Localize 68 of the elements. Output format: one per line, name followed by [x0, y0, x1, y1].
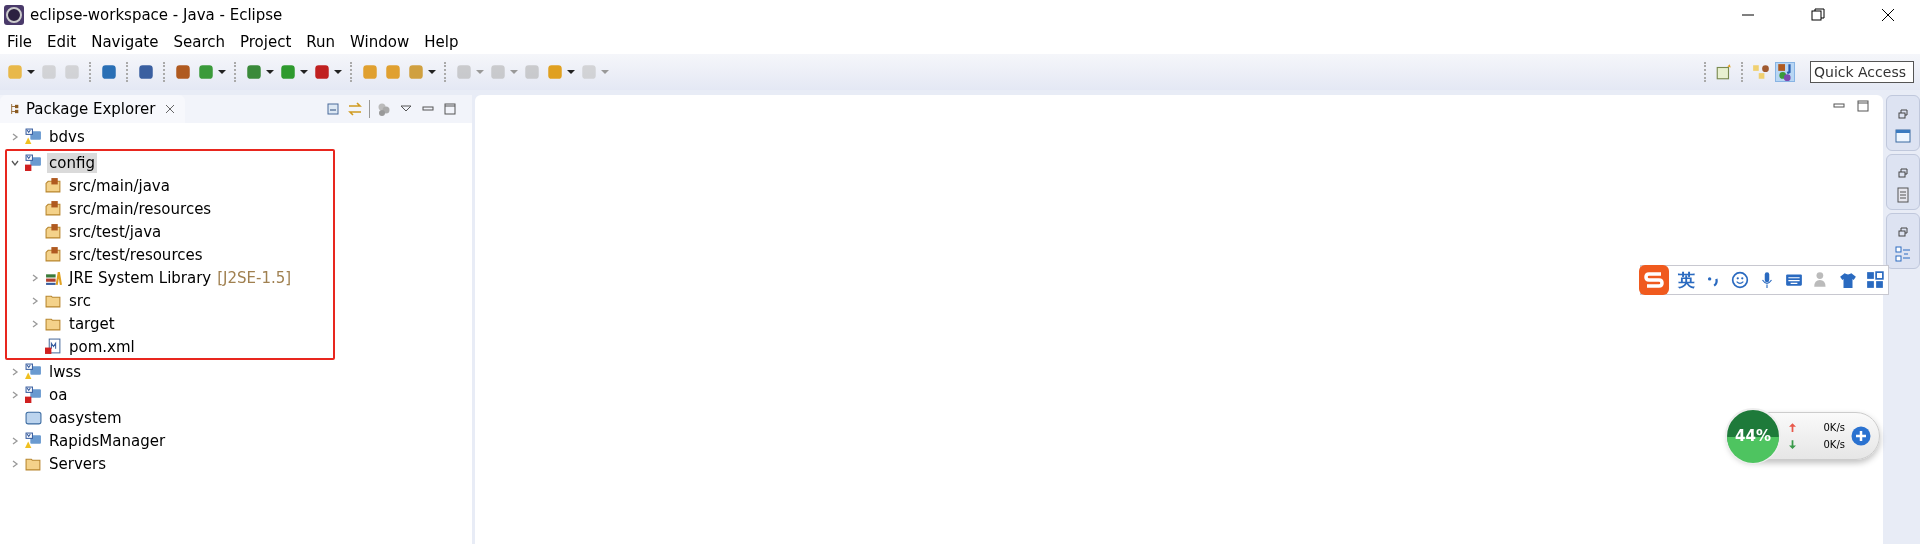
- source-folder-icon: [45, 223, 62, 240]
- window-title: eclipse-workspace - Java - Eclipse: [30, 6, 283, 24]
- source-folder-icon: [45, 177, 62, 194]
- menu-item[interactable]: Project: [240, 33, 292, 51]
- dropdown-arrow-icon[interactable]: [266, 68, 274, 76]
- dropdown-arrow-icon[interactable]: [300, 68, 308, 76]
- library-icon: [45, 269, 62, 286]
- tree-item[interactable]: JRE System Library: [67, 267, 214, 288]
- tree-item[interactable]: config: [47, 152, 97, 173]
- java-perspective-icon[interactable]: [1775, 62, 1795, 82]
- dropdown-arrow-icon[interactable]: [218, 68, 226, 76]
- outline-icon[interactable]: [1895, 246, 1911, 262]
- document-icon[interactable]: [1895, 187, 1911, 203]
- tree-item[interactable]: oasystem: [47, 407, 124, 428]
- quick-access-field[interactable]: Quick Access: [1810, 61, 1914, 83]
- closed-project-icon: [25, 409, 42, 426]
- collapse-all-icon[interactable]: [325, 101, 341, 117]
- download-speed: 0K/s: [1823, 439, 1845, 450]
- panel-title: Package Explorer: [26, 100, 156, 118]
- usage-percent: 44%: [1735, 427, 1771, 445]
- dropdown-arrow-icon[interactable]: [334, 68, 342, 76]
- tree-item[interactable]: oa: [47, 384, 70, 405]
- window-icon[interactable]: [1895, 128, 1911, 144]
- dropdown-arrow-icon[interactable]: [27, 68, 35, 76]
- download-arrow-icon: [1789, 440, 1796, 449]
- tree-item[interactable]: src/main/resources: [67, 198, 214, 219]
- link-editor-icon[interactable]: [347, 101, 363, 117]
- menu-item[interactable]: File: [7, 33, 33, 51]
- eclipse-logo-icon: [4, 5, 24, 25]
- upload-arrow-icon: [1789, 423, 1796, 432]
- package-explorer-icon: [10, 102, 20, 116]
- shirt-icon[interactable]: [1839, 271, 1857, 289]
- menu-item[interactable]: Run: [306, 33, 336, 51]
- library-version: [J2SE-1.5]: [217, 268, 292, 287]
- gauge-ball-icon: [1725, 408, 1781, 464]
- maximize-icon[interactable]: [442, 101, 458, 117]
- close-icon[interactable]: [1880, 7, 1896, 23]
- maximize-icon[interactable]: [1855, 98, 1871, 114]
- java-ee-perspective-icon[interactable]: [1752, 63, 1770, 81]
- add-icon[interactable]: [1851, 426, 1871, 446]
- menu-item[interactable]: Help: [424, 33, 459, 51]
- tree-item[interactable]: src/test/java: [67, 221, 164, 242]
- dropdown-arrow-icon[interactable]: [567, 68, 575, 76]
- restore-icon[interactable]: [1810, 7, 1826, 23]
- menu-item[interactable]: Navigate: [91, 33, 159, 51]
- menu-item[interactable]: Search: [173, 33, 225, 51]
- source-folder-icon: [45, 200, 62, 217]
- tree-item[interactable]: RapidsManager: [47, 430, 168, 451]
- filter-icon[interactable]: [376, 101, 392, 117]
- dropdown-arrow-icon[interactable]: [428, 68, 436, 76]
- tree-item[interactable]: src: [67, 290, 93, 311]
- tree-item[interactable]: pom.xml: [67, 336, 137, 357]
- input-mode-toggle[interactable]: 英: [1678, 268, 1695, 292]
- smiley-icon[interactable]: [1731, 271, 1749, 289]
- tree-item[interactable]: lwss: [47, 361, 84, 382]
- keyboard-icon[interactable]: [1785, 271, 1803, 289]
- source-folder-icon: [45, 246, 62, 263]
- package-explorer-tab[interactable]: Package Explorer: [0, 95, 186, 123]
- tree-item[interactable]: Servers: [47, 453, 108, 474]
- tree-item[interactable]: bdvs: [47, 126, 87, 147]
- menu-item[interactable]: Window: [350, 33, 410, 51]
- tree-item[interactable]: src/test/resources: [67, 244, 205, 265]
- upload-speed: 0K/s: [1823, 422, 1845, 433]
- grid-icon[interactable]: [1866, 271, 1884, 289]
- open-perspective-icon[interactable]: [1715, 63, 1733, 81]
- tree-item[interactable]: target: [67, 313, 117, 334]
- tree-item[interactable]: src/main/java: [67, 175, 172, 196]
- menu-item[interactable]: Edit: [47, 33, 77, 51]
